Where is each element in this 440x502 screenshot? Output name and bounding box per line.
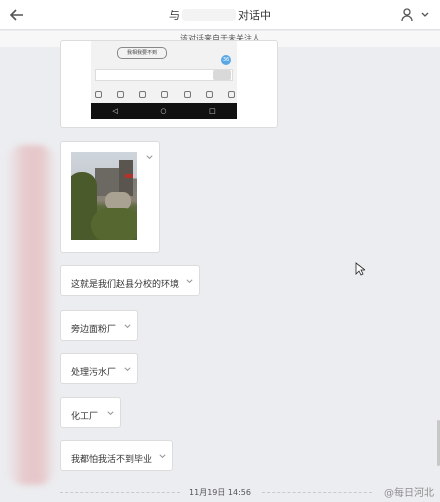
photo-bush <box>91 208 137 240</box>
camera-icon <box>139 90 147 98</box>
message-bubble[interactable]: 旁边面粉厂 <box>60 310 138 341</box>
user-icon[interactable] <box>400 7 416 23</box>
message-text: 这就是我们赵县分校的环境 <box>71 280 180 290</box>
doodle-text: 我相我要不到 <box>117 47 167 59</box>
video-icon <box>183 90 191 98</box>
blurred-overlay <box>6 145 56 485</box>
chevron-down-icon[interactable] <box>123 365 132 374</box>
title-prefix: 与 <box>169 9 180 22</box>
screenshot-message[interactable]: 我相我要不到 36 ◁ ○ □ <box>60 40 278 128</box>
redacted-name <box>182 9 236 21</box>
file-icon <box>161 90 169 98</box>
message-bubble[interactable]: 我都怕我活不到毕业 <box>60 440 173 471</box>
watermark: @每日河北 <box>384 488 434 499</box>
chevron-down-icon[interactable] <box>106 409 115 418</box>
phone-toolbar <box>95 89 235 99</box>
mouse-cursor-icon <box>355 262 365 276</box>
message-bubble[interactable]: 化工厂 <box>60 397 121 428</box>
chevron-down-icon[interactable] <box>158 452 167 461</box>
title-suffix: 对话中 <box>238 9 271 22</box>
message-text: 处理污水厂 <box>71 368 117 378</box>
photo-building-tall <box>119 160 133 196</box>
nav-home-icon: ○ <box>160 107 167 115</box>
chevron-down-icon[interactable] <box>123 322 132 331</box>
nav-recent-icon: □ <box>209 107 216 115</box>
campus-photo[interactable] <box>71 152 137 240</box>
photo-sign <box>125 174 133 178</box>
phone-nav-bar: ◁ ○ □ <box>91 103 237 119</box>
message-timestamp: 11月19日 14:56 <box>189 488 251 497</box>
message-bubble[interactable]: 处理污水厂 <box>60 353 138 384</box>
mic-icon <box>95 90 102 98</box>
plus-icon <box>227 90 235 98</box>
message-text: 化工厂 <box>71 412 99 422</box>
nav-back-icon: ◁ <box>112 107 118 115</box>
message-bubble[interactable]: 这就是我们赵县分校的环境 <box>60 265 200 296</box>
image-icon <box>117 90 125 98</box>
screenshot-image: 我相我要不到 36 ◁ ○ □ <box>91 41 237 119</box>
photo-message[interactable] <box>60 141 160 253</box>
emoji-icon <box>205 90 213 98</box>
chevron-down-icon[interactable] <box>420 10 430 20</box>
message-text: 旁边面粉厂 <box>71 325 117 335</box>
message-text: 我都怕我活不到毕业 <box>71 455 153 465</box>
chevron-down-icon[interactable] <box>145 153 154 162</box>
chevron-down-icon[interactable] <box>185 277 194 286</box>
chat-title: 与 对话中 <box>0 7 440 23</box>
unread-badge: 36 <box>221 55 231 65</box>
phone-send-button <box>213 70 231 80</box>
chat-header: 与 对话中 <box>0 0 440 30</box>
